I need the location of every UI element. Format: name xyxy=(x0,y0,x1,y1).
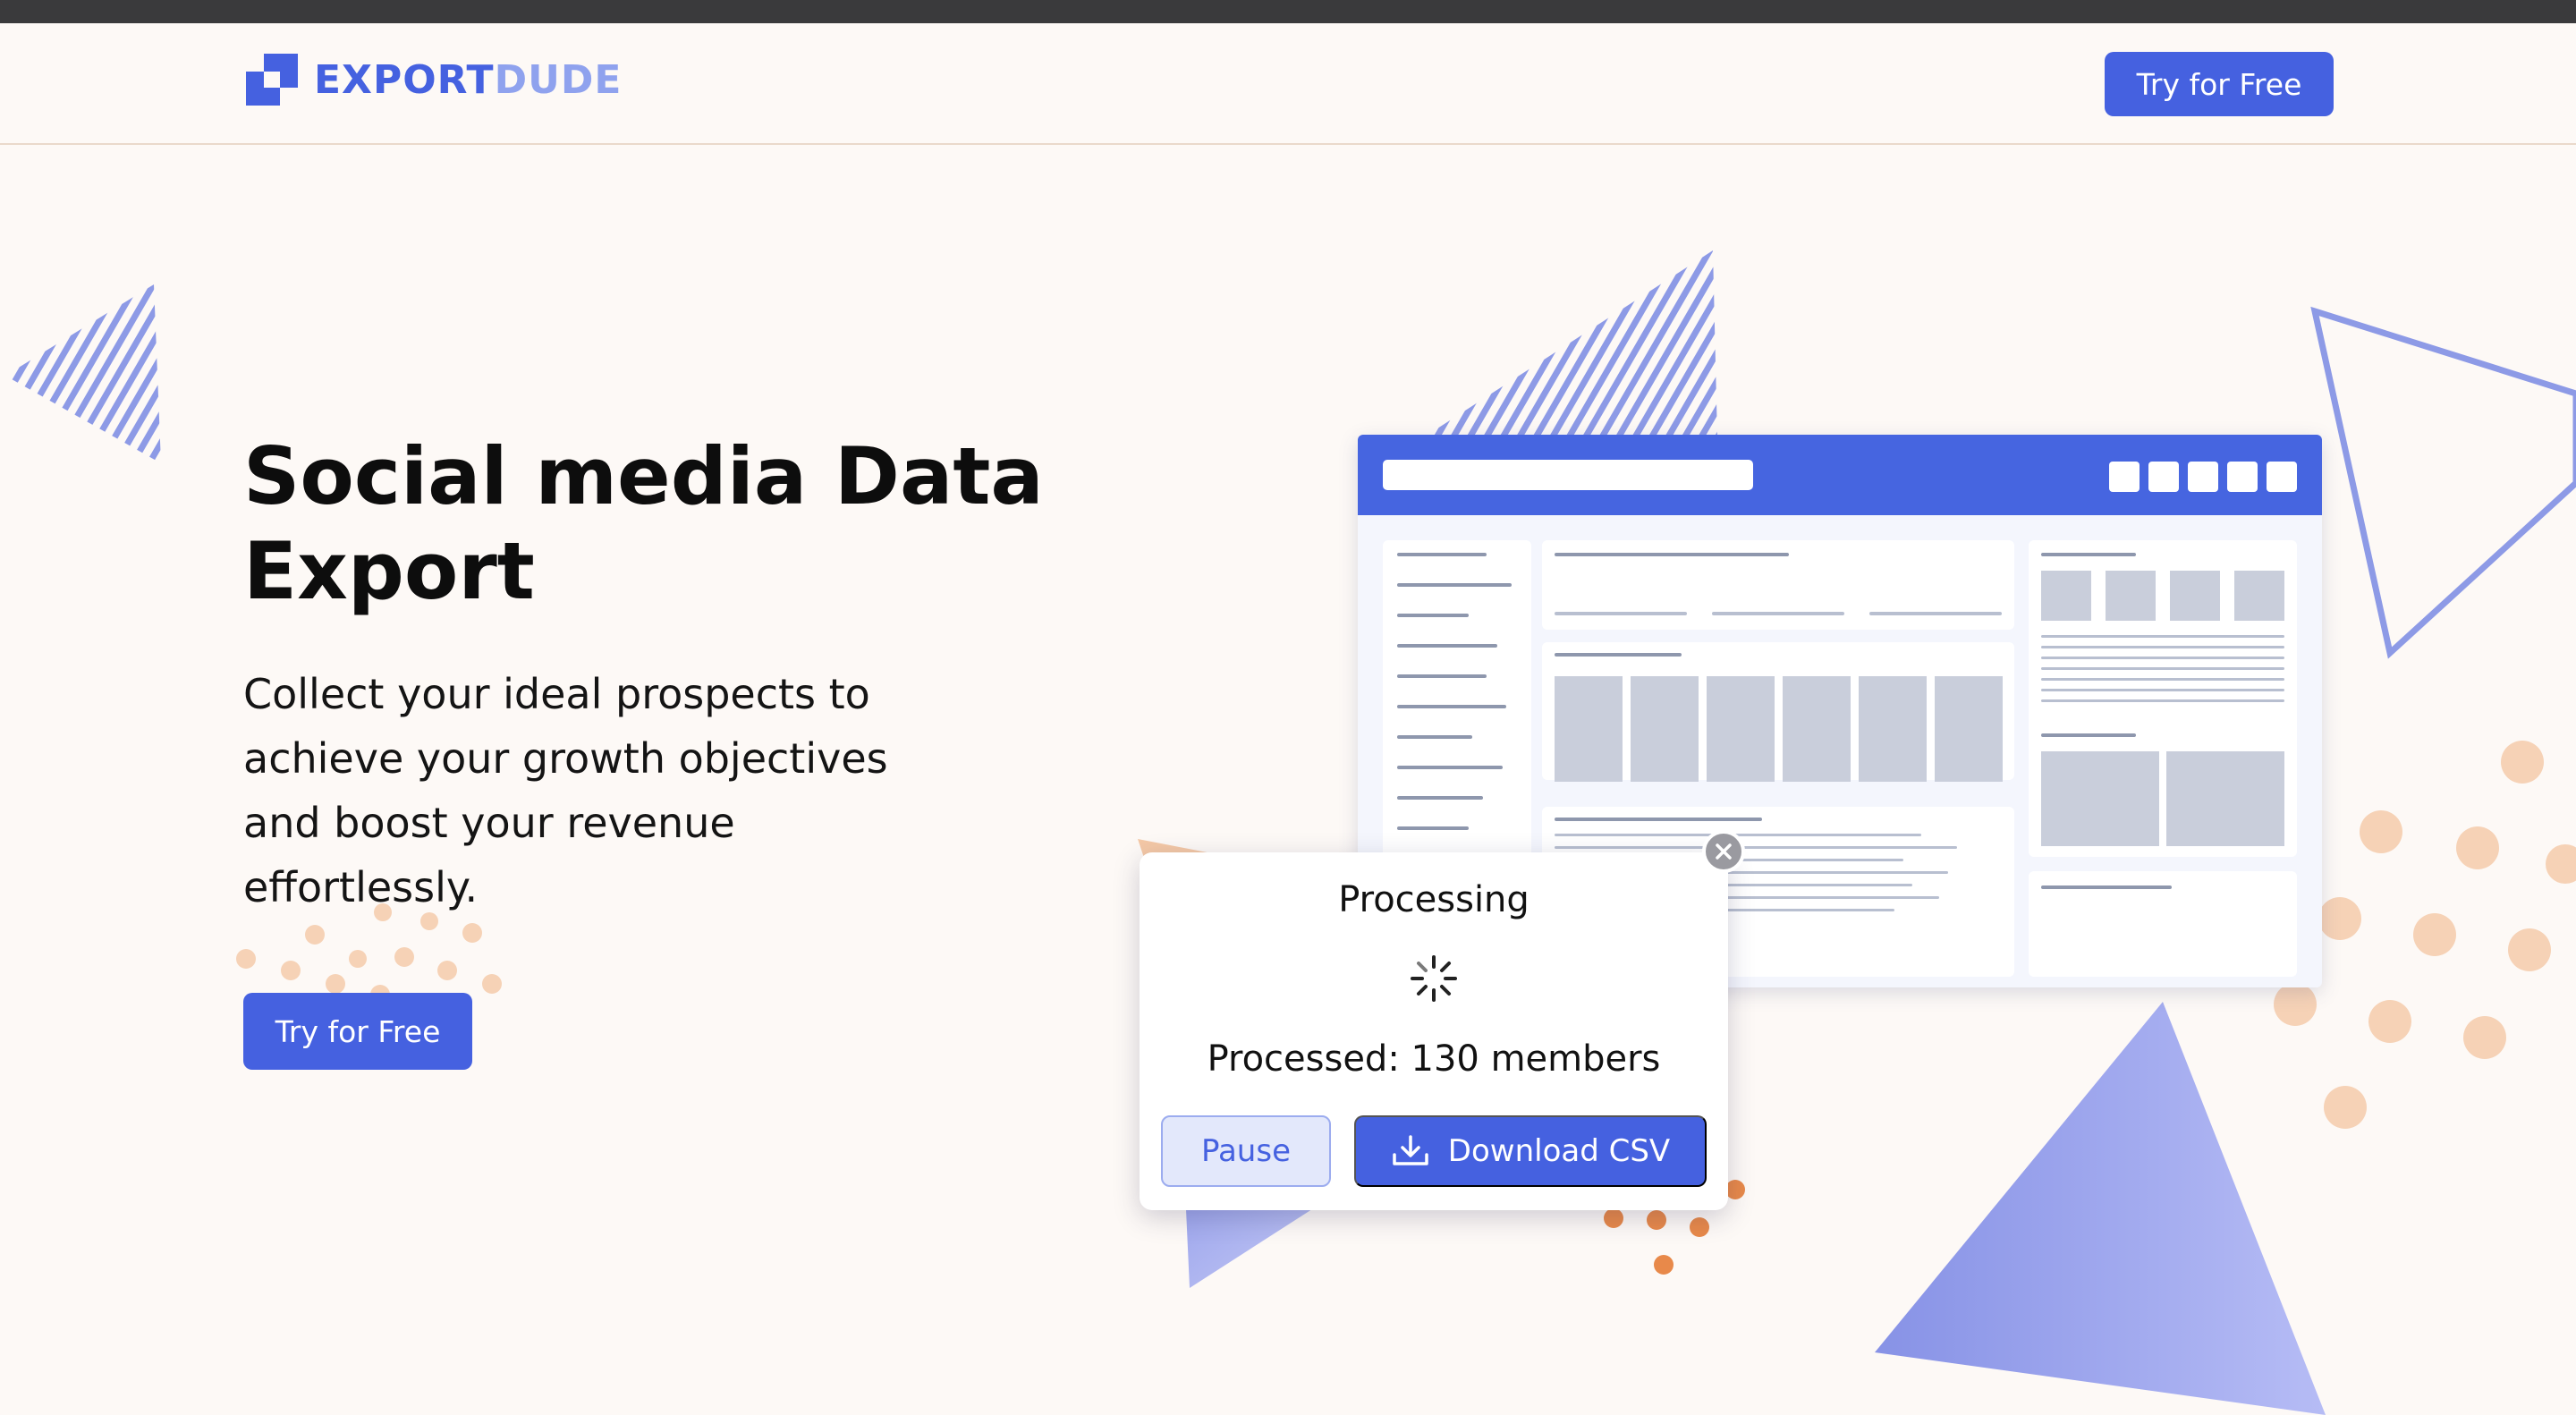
striped-triangle-top xyxy=(1422,250,1717,438)
pause-button[interactable]: Pause xyxy=(1161,1115,1331,1187)
gradient-triangle-large xyxy=(1875,1002,2326,1415)
spinner-icon xyxy=(1411,955,1457,1002)
mockup-right-card-bottom xyxy=(2029,871,2297,977)
download-csv-button[interactable]: Download CSV xyxy=(1354,1115,1707,1187)
hero-title-line1: Social media Data xyxy=(243,430,1044,522)
hero-title-line2: Export xyxy=(243,525,535,617)
hero-title: Social media Data Export xyxy=(243,429,1048,619)
download-icon xyxy=(1393,1135,1428,1165)
mockup-title-bar xyxy=(1358,435,2322,515)
mockup-url-bar xyxy=(1383,460,1753,490)
popup-title: Processing xyxy=(1338,879,1530,920)
hero-description: Collect your ideal prospects to achieve … xyxy=(243,670,888,911)
close-icon xyxy=(1716,843,1732,860)
download-csv-label: Download CSV xyxy=(1447,1133,1671,1169)
mockup-header-card xyxy=(1542,540,2014,630)
mockup-right-card xyxy=(2029,540,2297,857)
processed-count: Processed: 130 members xyxy=(1207,1038,1661,1080)
striped-triangle-left xyxy=(5,284,161,463)
popup-close-button[interactable] xyxy=(1702,830,1745,873)
outline-triangle-right xyxy=(2310,306,2576,659)
hero-try-free-button[interactable]: Try for Free xyxy=(243,993,472,1070)
mockup-grid-card xyxy=(1542,642,2014,782)
processing-popup: Processing Processed: 130 members Pause … xyxy=(1140,852,1728,1210)
